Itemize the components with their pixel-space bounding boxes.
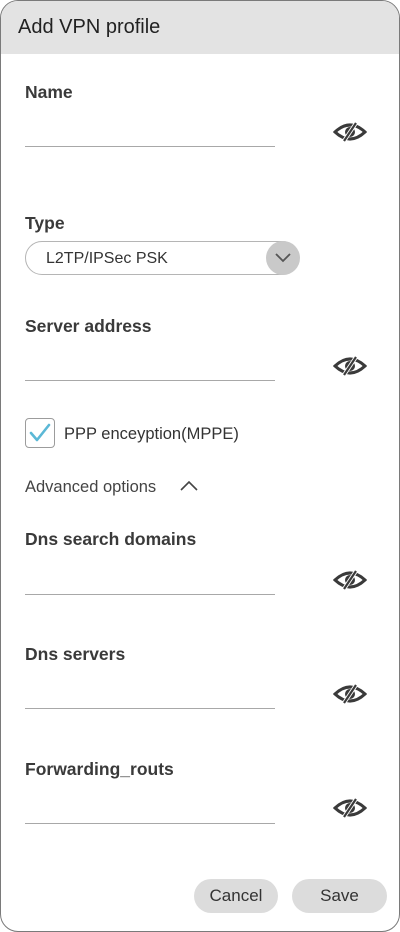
chevron-up-icon bbox=[179, 479, 199, 498]
dialog-titlebar: Add VPN profile bbox=[1, 1, 399, 54]
forwarding-routs-label: Forwarding_routs bbox=[25, 759, 174, 779]
type-dropdown-button[interactable] bbox=[266, 241, 300, 275]
dns-search-domains-visibility-toggle[interactable] bbox=[333, 569, 367, 591]
dns-servers-input[interactable] bbox=[25, 682, 275, 709]
server-address-visibility-toggle[interactable] bbox=[333, 355, 367, 377]
eye-off-icon bbox=[333, 355, 367, 377]
eye-off-icon bbox=[333, 683, 367, 705]
eye-off-icon bbox=[333, 797, 367, 819]
type-selected-value: L2TP/IPSec PSK bbox=[46, 250, 168, 267]
forwarding-routs-input[interactable] bbox=[25, 797, 275, 824]
name-label: Name bbox=[25, 82, 73, 102]
server-address-label: Server address bbox=[25, 316, 152, 336]
ppp-encryption-checkbox[interactable] bbox=[25, 418, 55, 448]
dns-servers-label: Dns servers bbox=[25, 644, 126, 664]
server-address-input[interactable] bbox=[25, 354, 275, 381]
save-button[interactable]: Save bbox=[292, 879, 387, 913]
name-input[interactable] bbox=[25, 120, 275, 147]
forwarding-routs-visibility-toggle[interactable] bbox=[333, 797, 367, 819]
name-visibility-toggle[interactable] bbox=[333, 121, 367, 143]
dns-search-domains-input[interactable] bbox=[25, 568, 275, 595]
eye-off-icon bbox=[333, 569, 367, 591]
eye-off-icon bbox=[333, 121, 367, 143]
type-label: Type bbox=[25, 213, 65, 233]
advanced-options-toggle[interactable]: Advanced options bbox=[25, 477, 205, 499]
type-select[interactable]: L2TP/IPSec PSK bbox=[25, 241, 300, 275]
dns-servers-visibility-toggle[interactable] bbox=[333, 683, 367, 705]
dns-search-domains-label: Dns search domains bbox=[25, 529, 197, 549]
cancel-button[interactable]: Cancel bbox=[194, 879, 278, 913]
add-vpn-profile-dialog: Add VPN profile Name Type L2TP/IPSec PSK… bbox=[0, 0, 400, 932]
dialog-title: Add VPN profile bbox=[18, 16, 161, 38]
ppp-encryption-label: PPP enceyption(MPPE) bbox=[64, 425, 239, 443]
advanced-options-label: Advanced options bbox=[25, 478, 157, 496]
